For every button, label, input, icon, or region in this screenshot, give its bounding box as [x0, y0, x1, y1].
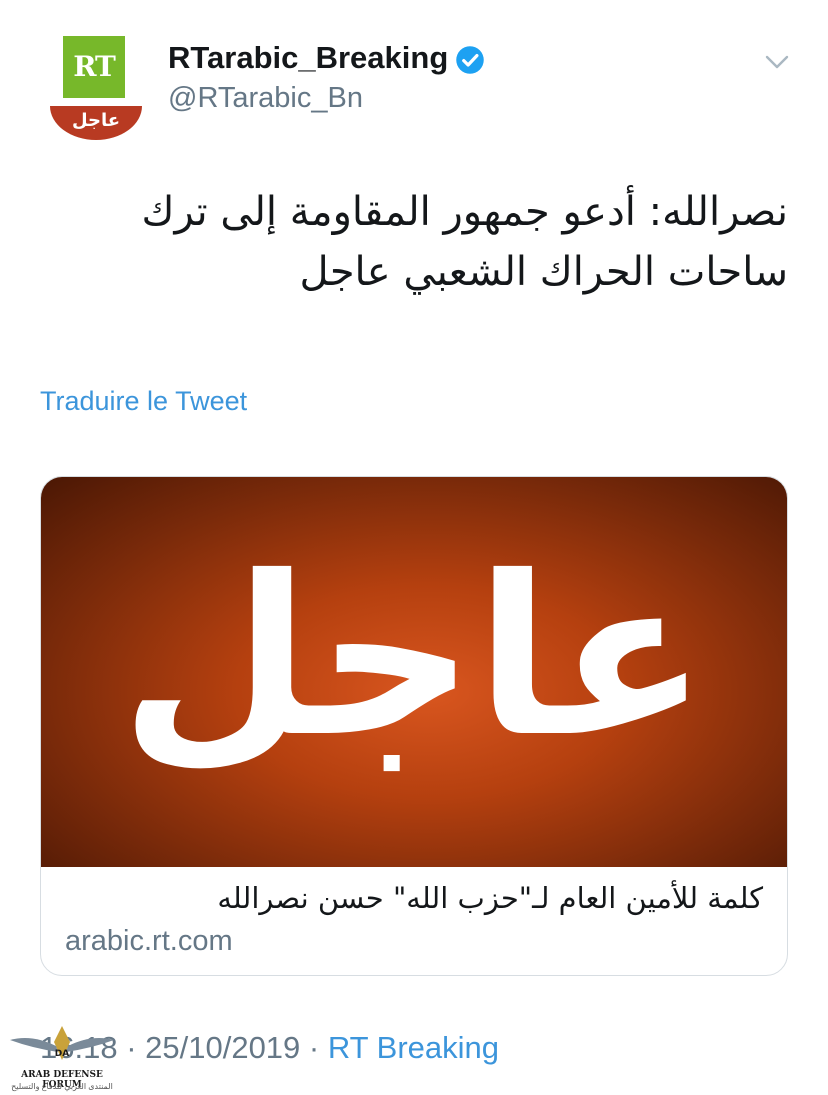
card-domain: arabic.rt.com: [65, 925, 233, 957]
display-name[interactable]: RTarabic_Breaking: [168, 40, 448, 76]
user-handle[interactable]: @RTarabic_Bn: [168, 82, 363, 115]
card-title: كلمة للأمين العام لـ"حزب الله" حسن نصرال…: [217, 881, 763, 915]
chevron-down-icon[interactable]: [762, 50, 792, 74]
card-image-text: عاجل: [120, 529, 708, 785]
tweet-page: RT عاجل RTarabic_Breaking @RTarabic_Bn ن…: [0, 0, 828, 1095]
eagle-logo-icon: DA: [10, 1026, 114, 1060]
avatar[interactable]: RT عاجل: [48, 30, 144, 140]
card-image[interactable]: عاجل: [41, 477, 787, 867]
tweet-source-link[interactable]: RT Breaking: [328, 1030, 499, 1065]
watermark-subtitle: المنتدى العربي للدفاع والتسليح: [11, 1082, 113, 1091]
translate-tweet-link[interactable]: Traduire le Tweet: [40, 386, 247, 417]
rt-logo-text: RT: [73, 50, 116, 83]
tweet-date: 25/10/2019: [145, 1030, 301, 1065]
tweet-text: نصرالله: أدعو جمهور المقاومة إلى ترك ساح…: [141, 189, 788, 295]
rt-logo: RT: [63, 36, 125, 98]
avatar-banner: عاجل: [50, 106, 142, 140]
forum-watermark: DA ARAB DEFENSE FORUM المنتدى العربي للد…: [2, 1020, 122, 1095]
svg-text:DA: DA: [55, 1049, 69, 1059]
link-card[interactable]: عاجل كلمة للأمين العام لـ"حزب الله" حسن …: [40, 476, 788, 976]
verified-badge-icon: [456, 46, 484, 74]
meta-separator: ·: [300, 1030, 328, 1065]
